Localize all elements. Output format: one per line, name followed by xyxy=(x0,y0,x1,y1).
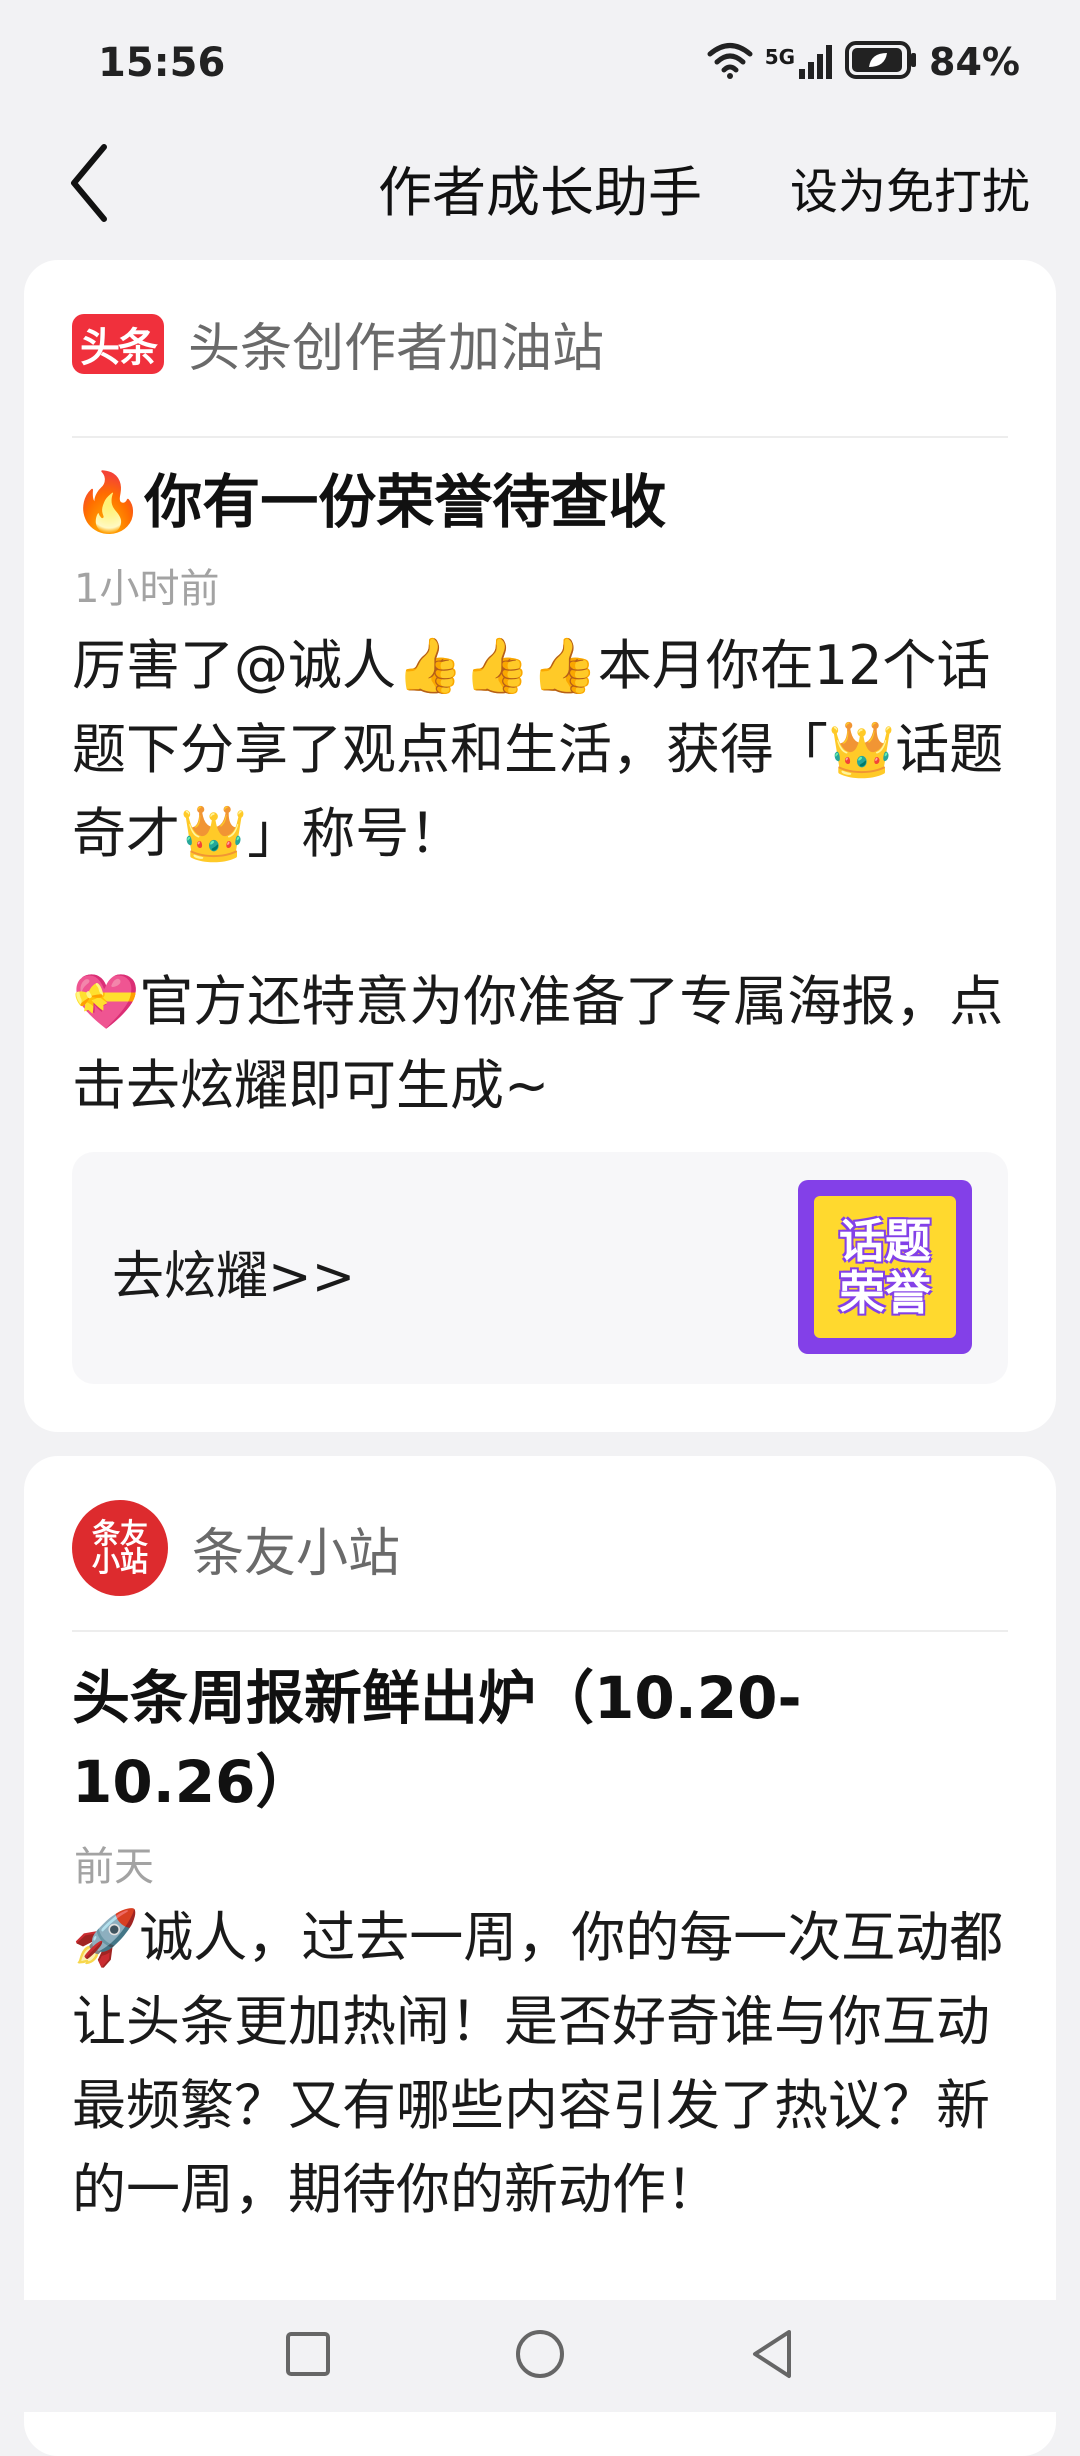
tiaoyou-logo-text: 条友小站 xyxy=(91,1517,148,1578)
message-title: 头条周报新鲜出炉（10.20-10.26） xyxy=(72,1664,802,1816)
divider xyxy=(72,436,1008,438)
system-back-button[interactable] xyxy=(742,2326,802,2386)
circle-icon xyxy=(514,2328,566,2384)
network-type: 5G xyxy=(764,45,796,69)
message-title: 🔥你有一份荣誉待查收 xyxy=(72,468,667,536)
system-nav-bar xyxy=(0,2300,1080,2412)
message-body: 厉害了@诚人👍👍👍本月你在12个话题下分享了观点和生活，获得「👑话题奇才👑」称号… xyxy=(72,634,1004,1117)
recent-apps-button[interactable] xyxy=(278,2326,338,2386)
battery-icon xyxy=(845,41,917,83)
home-button[interactable] xyxy=(510,2326,570,2386)
tiaoyou-logo: 条友小站 xyxy=(72,1500,168,1596)
status-icons: 5G 84% xyxy=(707,40,1020,84)
source-name: 头条创作者加油站 xyxy=(188,319,605,379)
triangle-back-icon xyxy=(749,2328,795,2384)
header: 作者成长助手 设为免打扰 xyxy=(0,130,1080,240)
message-card[interactable]: 头条 头条创作者加油站 🔥你有一份荣誉待查收 1小时前 厉害了@诚人👍👍👍本月你… xyxy=(24,260,1056,1432)
message-source: 头条 头条创作者加油站 xyxy=(72,306,604,381)
topic-honor-badge: 话题 荣誉 xyxy=(798,1180,972,1354)
message-body: 🚀诚人，过去一周，你的每一次互动都让头条更加热闹！是否好奇谁与你互动最频繁？又有… xyxy=(72,1906,1004,2221)
toutiao-logo: 头条 xyxy=(72,313,164,374)
status-time: 15:56 xyxy=(98,40,226,86)
status-bar: 15:56 5G 84% xyxy=(0,0,1080,130)
do-not-disturb-button[interactable]: 设为免打扰 xyxy=(790,152,1030,222)
badge-line-1: 话题 xyxy=(839,1214,931,1268)
signal-icon: 5G xyxy=(765,45,833,79)
square-icon xyxy=(285,2331,331,2381)
badge-line-2: 荣誉 xyxy=(839,1266,931,1320)
divider xyxy=(72,1630,1008,1632)
battery-percent: 84% xyxy=(929,40,1020,84)
show-off-link[interactable]: 去炫耀>> xyxy=(112,1234,355,1309)
message-source: 条友小站 条友小站 xyxy=(72,1500,400,1596)
message-time: 1小时前 xyxy=(74,566,220,612)
show-off-action[interactable]: 去炫耀>> 话题 荣誉 xyxy=(72,1152,1008,1384)
wifi-icon xyxy=(707,41,753,83)
source-name: 条友小站 xyxy=(192,1523,401,1584)
message-time: 前天 xyxy=(74,1844,154,1890)
